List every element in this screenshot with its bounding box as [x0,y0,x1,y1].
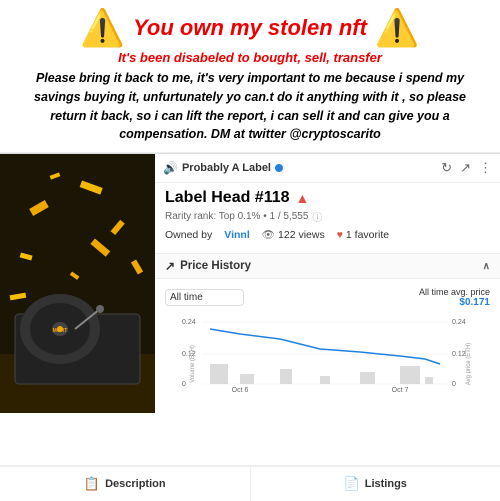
views-count: 122 views [278,229,325,241]
nft-title: Label Head #118 [165,189,290,207]
tab-listings[interactable]: 📄 Listings [251,467,500,501]
avg-price-value: $0.171 [419,297,490,308]
svg-text:0.24: 0.24 [182,319,196,326]
favorites-count: 1 favorite [346,229,389,241]
description-tab-label: Description [105,478,166,490]
favorites: ♥ 1 favorite [337,229,389,241]
views: 👁 122 views [262,228,325,241]
collection-name: Probably A Label [182,162,271,174]
svg-text:0: 0 [452,381,456,388]
price-history-label: Price History [180,260,251,272]
info-topbar: 🔊 Probably A Label ↻ ↗ ⋮ [155,154,500,183]
svg-text:MORT: MORT [53,328,68,334]
nft-image-bg: MORT [0,154,155,413]
warning-title: You own my stolen nft [133,15,367,41]
nft-svg-art: MORT [0,154,155,413]
svg-text:Oct 7: Oct 7 [392,387,409,394]
chart-svg: 0.24 0.12 0 0.24 0.12 0 [165,314,490,394]
time-range-select[interactable]: All time Last 7 days Last 30 days Last 9… [165,289,244,306]
rarity-info-icon[interactable]: ⓘ [312,209,322,224]
warning-icon-right: ⚠️ [375,10,420,46]
price-history-label-row: ↗ Price History [165,259,251,273]
warning-banner: ⚠️ You own my stolen nft ⚠️ It's been di… [0,0,500,153]
price-chart: 0.24 0.12 0 0.24 0.12 0 [165,314,490,394]
description-tab-icon: 📋 [84,476,100,492]
alert-triangle-icon: ▲ [296,190,310,206]
svg-text:0: 0 [182,381,186,388]
warning-subtitle: It's been disabeled to bought, sell, tra… [16,50,484,65]
eye-icon: 👁 [262,229,275,241]
nft-info-panel: 🔊 Probably A Label ↻ ↗ ⋮ Label Head #118… [155,154,500,413]
price-history-header[interactable]: ↗ Price History ∧ [155,253,500,279]
rarity-row: Rarity rank: Top 0.1% • 1 / 5,555 ⓘ [165,209,490,224]
verified-badge [275,164,283,172]
listings-tab-icon: 📄 [344,476,360,492]
avg-price-label: All time avg. price [419,287,490,297]
rarity-label: Rarity rank: Top 0.1% • 1 / 5,555 [165,211,308,222]
share-icon[interactable]: ↗ [460,160,471,176]
reload-icon[interactable]: ↻ [441,160,452,176]
warning-top-row: ⚠️ You own my stolen nft ⚠️ [16,10,484,46]
avg-price-box: All time avg. price $0.171 [419,287,490,308]
bottom-tabs: 📋 Description 📄 Listings [0,465,500,501]
price-controls: All time Last 7 days Last 30 days Last 9… [165,287,490,308]
nft-title-row: Label Head #118 ▲ [165,189,490,207]
info-topbar-left: 🔊 Probably A Label [163,161,283,175]
listings-tab-label: Listings [365,478,407,490]
owned-by-label: Owned by [165,229,212,241]
chevron-up-icon: ∧ [483,261,490,272]
warning-icon-left: ⚠️ [80,10,125,46]
nft-main: Label Head #118 ▲ Rarity rank: Top 0.1% … [155,183,500,253]
tab-description[interactable]: 📋 Description [0,467,251,501]
owner-link[interactable]: Vinnl [224,229,249,241]
svg-text:Oct 6: Oct 6 [232,387,249,394]
nft-detail: MORT 🔊 Probably A Label ↻ ↗ ⋮ Label Head… [0,153,500,413]
heart-icon: ♥ [337,229,343,241]
more-icon[interactable]: ⋮ [479,160,492,176]
nft-image: MORT [0,154,155,413]
svg-text:Volume (ETH): Volume (ETH) [190,345,196,383]
warning-body: Please bring it back to me, it's very im… [16,69,484,144]
svg-text:0.12: 0.12 [452,351,466,358]
price-history-content: All time Last 7 days Last 30 days Last 9… [155,279,500,398]
volume-icon: 🔊 [163,161,178,175]
trend-icon: ↗ [165,259,175,273]
owned-row: Owned by Vinnl 👁 122 views ♥ 1 favorite [165,228,490,241]
svg-text:Avg price (ETH): Avg price (ETH) [466,343,472,386]
svg-text:0.24: 0.24 [452,319,466,326]
info-topbar-right: ↻ ↗ ⋮ [441,160,492,176]
